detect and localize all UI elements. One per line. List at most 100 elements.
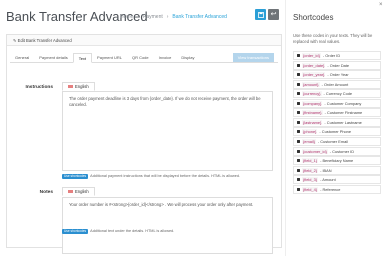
shortcode-description: - Order Date — [327, 62, 350, 68]
shortcodes-title: Shortcodes — [293, 13, 334, 22]
shortcodes-panel: × Shortcodes Use these codes in your tex… — [285, 0, 384, 256]
shortcode-code: {order_date} — [302, 62, 326, 68]
shortcode-description: - IBAN — [320, 167, 332, 173]
shortcode-code: {customer_id} — [302, 148, 328, 154]
shortcode-item[interactable]: {lastname} - Customer Lastname — [293, 117, 381, 127]
shortcode-item[interactable]: {email} - Customer Email — [293, 136, 381, 146]
shortcode-code: {company} — [302, 100, 323, 106]
shortcode-item[interactable]: {order_year} - Order Year — [293, 70, 381, 80]
copy-icon — [297, 101, 300, 105]
tab-qr-code[interactable]: QR Code — [127, 53, 154, 62]
shortcode-code: {field_2} — [302, 167, 319, 173]
shortcode-description: - Customer Email — [317, 138, 348, 144]
instructions-label: Instructions — [25, 85, 53, 90]
breadcrumb-payment[interactable]: Payment — [143, 14, 163, 20]
view-transactions-button[interactable]: View transactions — [232, 53, 274, 62]
shortcode-description: - Reference — [320, 186, 341, 192]
instructions-language-tab[interactable]: English — [62, 82, 95, 91]
shortcode-item[interactable]: {customer_id} - Customer ID — [293, 146, 381, 156]
shortcode-item[interactable]: {order_date} - Order Date — [293, 60, 381, 70]
shortcode-description: - Customer Firstname — [324, 110, 363, 116]
shortcode-item[interactable]: {field_3} - Amount — [293, 175, 381, 185]
copy-icon — [297, 120, 300, 124]
instructions-help-text: Additional payment instructions that wil… — [90, 174, 241, 178]
breadcrumb-home[interactable]: Home — [120, 14, 133, 20]
flag-icon — [68, 190, 73, 194]
language-label: English — [75, 189, 89, 194]
shortcode-code: {field_4} — [302, 186, 319, 192]
copy-icon — [297, 187, 300, 191]
shortcode-description: - Order Amount — [321, 81, 349, 87]
copy-icon — [297, 73, 300, 77]
flag-icon — [68, 85, 73, 89]
copy-icon — [297, 82, 300, 86]
shortcode-code: {order_id} — [302, 53, 321, 58]
back-arrow-icon: ↩ — [270, 11, 277, 18]
shortcode-item[interactable]: {amount} - Order Amount — [293, 79, 381, 89]
shortcode-code: {lastname} — [302, 119, 323, 125]
notes-help: Use shortcodes Additional text under the … — [62, 229, 174, 234]
shortcode-code: {email} — [302, 138, 316, 144]
breadcrumb-separator: › — [137, 14, 140, 20]
shortcode-description: - Customer Phone — [319, 129, 351, 135]
tab-text[interactable]: Text — [72, 53, 93, 63]
back-button[interactable]: ↩ — [268, 9, 279, 20]
breadcrumb: Home › Payment › Bank Transfer Advanced — [120, 14, 227, 20]
shortcode-description: - Customer Company — [324, 100, 362, 106]
shortcode-description: - Amount — [320, 177, 336, 183]
use-shortcodes-badge[interactable]: Use shortcodes — [62, 174, 89, 179]
shortcode-description: - Order Year — [327, 72, 349, 78]
notes-help-text: Additional text under the details. HTML … — [90, 229, 175, 233]
shortcode-item[interactable]: {order_id} - Order ID — [293, 51, 381, 60]
instructions-help: Use shortcodes Additional payment instruc… — [62, 174, 240, 179]
shortcode-code: {field_1} — [302, 158, 319, 164]
tab-payment-url[interactable]: Payment URL — [92, 53, 127, 62]
tab-display[interactable]: Display — [176, 53, 199, 62]
use-shortcodes-badge[interactable]: Use shortcodes — [62, 229, 89, 234]
shortcode-description: - Beneficiary Name — [320, 158, 354, 164]
copy-icon — [297, 54, 300, 57]
shortcode-code: {phone} — [302, 129, 318, 135]
shortcode-code: {amount} — [302, 81, 320, 87]
shortcode-item[interactable]: {currency} - Currency Code — [293, 89, 381, 99]
shortcode-item[interactable]: {field_1} - Beneficiary Name — [293, 156, 381, 166]
shortcode-description: - Customer Lastname — [324, 119, 362, 125]
copy-icon — [297, 159, 300, 163]
copy-icon — [297, 130, 300, 134]
notes-language-tab[interactable]: English — [62, 187, 95, 196]
tab-general[interactable]: General — [10, 53, 34, 62]
shortcode-code: {firstname} — [302, 110, 323, 116]
copy-icon — [297, 92, 300, 96]
notes-textarea[interactable]: Your order number is #<strong>{order_id}… — [62, 197, 273, 254]
breadcrumb-current: Bank Transfer Advanced — [172, 14, 227, 20]
shortcode-item[interactable]: {company} - Customer Company — [293, 98, 381, 108]
shortcode-item[interactable]: {firstname} - Customer Firstname — [293, 108, 381, 118]
edit-card: ✎ Edit Bank Transfer Advanced General Pa… — [6, 34, 282, 254]
tab-payment-details[interactable]: Payment details — [34, 53, 72, 62]
tab-invoice[interactable]: Invoice — [154, 53, 177, 62]
shortcode-description: - Order ID — [322, 53, 341, 58]
copy-icon — [297, 149, 300, 153]
copy-icon — [297, 168, 300, 172]
shortcode-item[interactable]: {field_2} - IBAN — [293, 165, 381, 175]
shortcode-code: {field_3} — [302, 177, 319, 183]
save-button[interactable] — [255, 9, 266, 20]
copy-icon — [297, 63, 300, 67]
shortcode-code: {currency} — [302, 91, 322, 97]
breadcrumb-separator: › — [166, 14, 169, 20]
close-icon[interactable]: × — [379, 2, 383, 8]
instructions-textarea[interactable]: The order payment deadline is 3 days fro… — [62, 91, 273, 171]
shortcode-description: - Customer ID — [329, 148, 355, 154]
shortcode-description: - Currency Code — [323, 91, 353, 97]
copy-icon — [297, 139, 300, 143]
save-icon — [257, 11, 264, 18]
copy-icon — [297, 111, 300, 115]
shortcode-code: {order_year} — [302, 72, 326, 78]
language-label: English — [75, 84, 89, 89]
card-heading: ✎ Edit Bank Transfer Advanced — [7, 35, 281, 46]
copy-icon — [297, 178, 300, 182]
shortcode-item[interactable]: {phone} - Customer Phone — [293, 127, 381, 137]
shortcodes-description: Use these codes in your texts. They will… — [293, 33, 373, 44]
tab-bar: General Payment details Text Payment URL… — [10, 53, 278, 63]
shortcode-item[interactable]: {field_4} - Reference — [293, 184, 381, 194]
